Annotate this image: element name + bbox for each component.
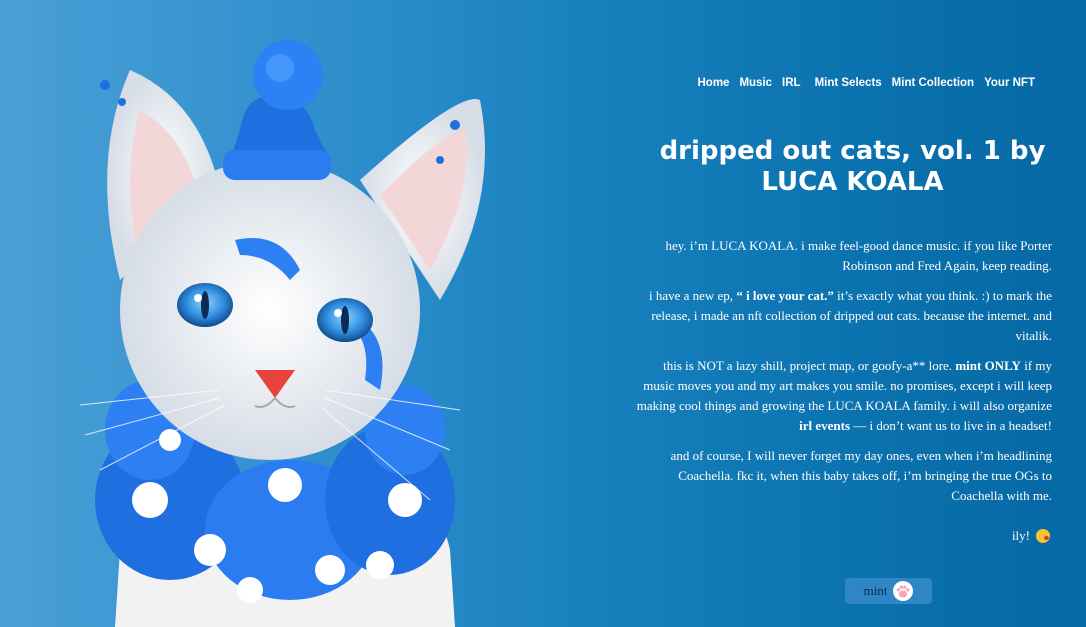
- text-fragment: — i don’t want us to live in a headset!: [850, 418, 1052, 433]
- sign-off: ily!: [1012, 528, 1050, 544]
- cat-illustration: [79, 40, 485, 627]
- text-fragment: i have a new ep,: [648, 288, 737, 303]
- kiss-emoji-icon: [1036, 529, 1050, 543]
- page-title: dripped out cats, vol. 1 by LUCA KOALA: [659, 136, 1046, 197]
- nav-home[interactable]: Home: [697, 77, 729, 89]
- sign-off-text: ily!: [1011, 528, 1030, 543]
- intro-paragraph-3: this is NOT a lazy shill, project map, o…: [632, 356, 1052, 436]
- irl-events-emphasis: irl events: [799, 418, 851, 433]
- mint-only-emphasis: mint ONLY: [955, 358, 1021, 373]
- text-fragment: this is NOT a lazy shill, project map, o…: [663, 358, 956, 373]
- intro-copy: hey. i’m LUCA KOALA. i make feel-good da…: [632, 236, 1052, 516]
- nav-music[interactable]: Music: [739, 77, 772, 89]
- nav-mint-selects[interactable]: Mint Selects: [815, 77, 882, 89]
- intro-paragraph-2: i have a new ep, “ i love your cat.” it’…: [632, 286, 1052, 346]
- intro-paragraph-4: and of course, I will never forget my da…: [670, 448, 1052, 503]
- paw-icon: [893, 581, 914, 601]
- ep-title: “ i love your cat.”: [736, 288, 834, 303]
- nav-your-nft[interactable]: Your NFT: [984, 77, 1035, 89]
- nav-mint-collection[interactable]: Mint Collection: [892, 77, 974, 89]
- mint-button-label: mint: [863, 583, 888, 598]
- mint-button[interactable]: mint: [845, 578, 932, 604]
- intro-paragraph-1: hey. i’m LUCA KOALA. i make feel-good da…: [665, 238, 1052, 273]
- nav-irl[interactable]: IRL: [782, 77, 801, 89]
- main-nav: Home Music IRL Mint Selects Mint Collect…: [697, 77, 1035, 89]
